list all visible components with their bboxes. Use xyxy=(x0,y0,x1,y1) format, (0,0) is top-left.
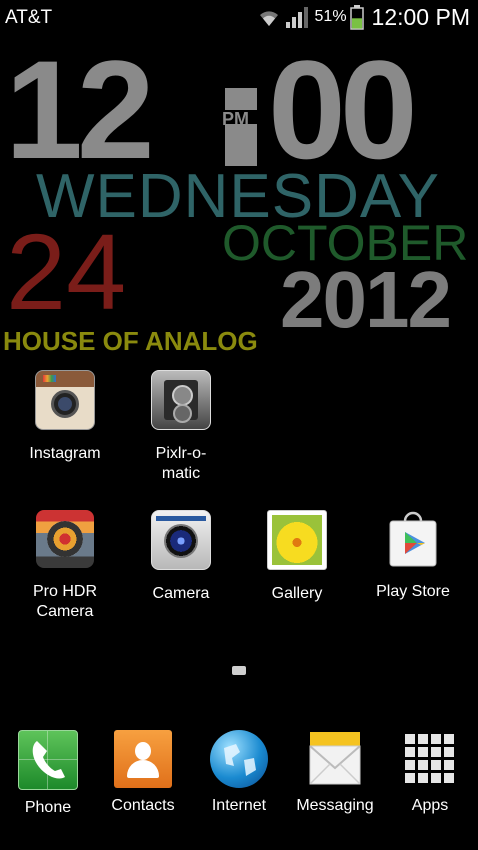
apps-grid-square xyxy=(405,773,415,783)
clock-hour: 12 xyxy=(5,31,155,188)
carrier-label: AT&T xyxy=(5,7,53,28)
apps-grid-square xyxy=(418,747,428,757)
wifi-icon xyxy=(259,11,278,26)
camera-icon xyxy=(151,510,211,570)
apps-grid-square xyxy=(431,773,441,783)
apps-grid-square xyxy=(418,760,428,770)
clock-minute: 00 xyxy=(268,31,418,188)
apps-grid-square xyxy=(431,734,441,744)
apps-grid-square xyxy=(444,734,454,744)
status-time: 12:00 PM xyxy=(371,3,470,30)
envelope-icon xyxy=(306,730,364,788)
app-gallery[interactable]: Gallery xyxy=(239,510,355,604)
pro-hdr-camera-icon xyxy=(36,510,94,568)
clock-ampm: PM xyxy=(222,109,249,129)
dock-label: Apps xyxy=(411,797,449,814)
apps-grid-square xyxy=(431,760,441,770)
apps-grid-square xyxy=(444,773,454,783)
clock-colon-top xyxy=(225,88,257,110)
status-bar[interactable]: AT&T 51% 12:00 PM xyxy=(0,0,478,34)
app-label: Instagram xyxy=(29,445,101,462)
dock-apps[interactable]: Apps xyxy=(372,730,478,816)
apps-grid-square xyxy=(418,773,428,783)
contacts-icon xyxy=(114,730,172,788)
signal-icon xyxy=(285,7,308,28)
apps-grid-square xyxy=(444,747,454,757)
app-instagram[interactable]: Instagram xyxy=(7,370,123,464)
apps-grid-square xyxy=(418,734,428,744)
apps-grid-square xyxy=(405,747,415,757)
app-pixlr[interactable]: Pixlr-o- matic xyxy=(123,370,239,484)
app-pro-hdr-camera[interactable]: Pro HDR Camera xyxy=(7,510,123,622)
apps-grid-square xyxy=(444,760,454,770)
gallery-icon xyxy=(267,510,327,570)
apps-grid-square xyxy=(405,734,415,744)
app-label: Gallery xyxy=(271,585,323,602)
play-store-icon xyxy=(384,510,442,568)
apps-grid-icon xyxy=(401,730,459,788)
pixlr-icon xyxy=(151,370,211,430)
clock-year: 2012 xyxy=(280,255,452,344)
clock-colon-bottom xyxy=(225,124,257,166)
app-label: Camera xyxy=(152,585,210,602)
clock-day: 24 xyxy=(6,211,127,332)
app-camera[interactable]: Camera xyxy=(123,510,239,604)
dock: Phone Contacts Internet Messaging Apps xyxy=(0,720,478,850)
globe-icon xyxy=(210,730,268,788)
battery-percent: 51% xyxy=(314,8,347,25)
app-label: Pro HDR Camera xyxy=(32,583,97,620)
instagram-icon xyxy=(35,370,95,430)
widget-brand: HOUSE OF ANALOG xyxy=(3,326,258,356)
battery-icon xyxy=(349,5,364,30)
apps-grid-square xyxy=(405,760,415,770)
app-label: Pixlr-o- matic xyxy=(155,445,207,482)
clock-widget[interactable]: 12 PM 00 WEDNESDAY 24 OCTOBER 2012 HOUSE… xyxy=(0,40,478,365)
app-play-store[interactable]: Play Store xyxy=(355,510,471,602)
app-label: Play Store xyxy=(376,583,450,600)
apps-grid-square xyxy=(431,747,441,757)
phone-icon xyxy=(18,730,78,790)
page-indicator[interactable] xyxy=(232,666,246,675)
